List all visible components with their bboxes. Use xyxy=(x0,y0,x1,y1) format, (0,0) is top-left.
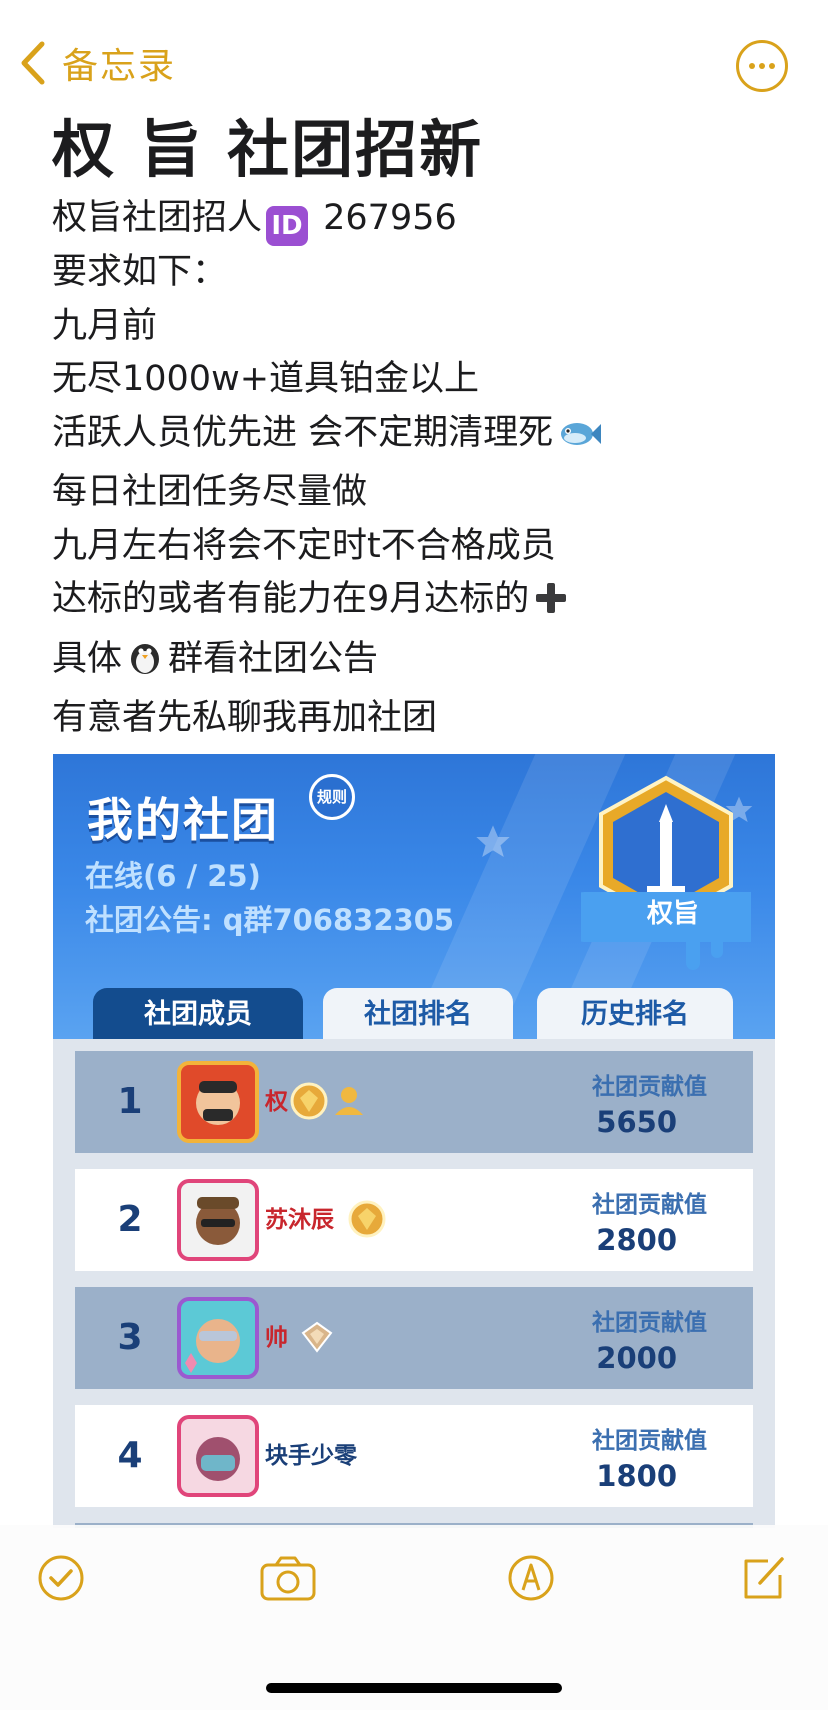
note-line: 具体 群看社团公告 xyxy=(52,633,782,693)
tab-club-ranking[interactable]: 社团排名 xyxy=(323,988,513,1039)
club-title: 我的社团 xyxy=(87,793,279,847)
friend-icon xyxy=(335,1087,363,1115)
contribution-label: 社团贡献值 xyxy=(592,1192,707,1218)
member-list[interactable]: 1 权 社团贡献值 5650 2 苏沐辰 社团贡献值 2800 3 帅 社团贡献… xyxy=(53,1039,775,1528)
note-text: 267956 xyxy=(312,198,457,238)
note-title: 权 旨 社团招新 xyxy=(52,113,484,186)
tab-members[interactable]: 社团成员 xyxy=(93,988,303,1039)
note-line: 要求如下： xyxy=(52,252,228,292)
member-rank: 2 xyxy=(117,1199,143,1240)
member-name: 帅 xyxy=(265,1325,288,1351)
club-name: 权旨 xyxy=(646,899,699,929)
contribution-value: 5650 xyxy=(596,1105,677,1139)
contribution-label: 社团贡献值 xyxy=(592,1074,707,1100)
ellipsis-dot xyxy=(759,63,765,69)
note-line: 九月左右将会不定时t不合格成员 xyxy=(52,525,556,566)
more-options-button[interactable] xyxy=(736,40,788,92)
home-indicator[interactable] xyxy=(266,1683,562,1693)
note-body[interactable]: 权旨社团招人 ID 267956 要求如下： 九月前 无尽1000w+道具铂金以上… xyxy=(52,192,782,746)
checklist-icon[interactable] xyxy=(36,1553,86,1603)
note-text: 达标的或者有能力在9月达标的 xyxy=(52,579,530,619)
penguin-icon xyxy=(126,638,164,693)
online-count: 在线(6 / 25) xyxy=(85,859,261,893)
avatar xyxy=(177,1179,259,1261)
note-line: 达标的或者有能力在9月达标的 xyxy=(52,573,782,633)
club-header: 我的社团 规则 在线(6 / 25) 社团公告: q群706832305 权旨 … xyxy=(53,754,775,1039)
note-text: 具体 xyxy=(52,638,123,679)
note-text: 活跃人员优先进 会不定期清理死 xyxy=(52,412,554,453)
avatar xyxy=(177,1297,259,1379)
back-button[interactable]: 备忘录 xyxy=(16,36,176,90)
member-row[interactable]: 1 权 社团贡献值 5650 xyxy=(75,1051,753,1153)
contribution-value: 2000 xyxy=(596,1341,677,1375)
id-emoji-icon: ID xyxy=(266,206,309,246)
note-line: 活跃人员优先进 会不定期清理死 xyxy=(52,407,782,467)
ellipsis-circle-icon xyxy=(749,63,755,69)
ellipsis-dot xyxy=(769,63,775,69)
note-line: 每日社团任务尽量做 xyxy=(52,472,368,512)
back-label: 备忘录 xyxy=(62,46,177,87)
member-row[interactable]: 2 苏沐辰 社团贡献值 2800 xyxy=(75,1169,753,1271)
contribution-label: 社团贡献值 xyxy=(592,1428,707,1454)
note-line: 九月前 xyxy=(52,305,158,346)
club-tabbar: 社团成员 社团排名 历史排名 xyxy=(53,976,775,1039)
club-screenshot[interactable]: 我的社团 规则 在线(6 / 25) 社团公告: q群706832305 权旨 … xyxy=(53,754,775,1528)
plus-icon xyxy=(533,579,569,633)
note-line: 无尽1000w+道具铂金以上 xyxy=(52,359,480,399)
contribution-label: 社团贡献值 xyxy=(592,1310,707,1336)
platinum-badge-icon xyxy=(301,1321,333,1353)
member-rank: 4 xyxy=(117,1435,143,1476)
note-line: 有意者先私聊我再加社团 xyxy=(52,698,438,738)
contribution-value: 2800 xyxy=(596,1223,677,1257)
contribution-value: 1800 xyxy=(596,1459,677,1493)
fish-icon xyxy=(557,413,602,467)
avatar xyxy=(177,1415,259,1497)
rules-button[interactable]: 规则 xyxy=(309,774,355,820)
member-row[interactable]: 4 块手少零 社团贡献值 1800 xyxy=(75,1405,753,1507)
member-name: 苏沐辰 xyxy=(265,1207,334,1233)
tab-history-ranking[interactable]: 历史排名 xyxy=(537,988,733,1039)
camera-icon[interactable] xyxy=(258,1553,318,1603)
club-emblem-icon xyxy=(581,775,751,970)
star-decoration-icon xyxy=(476,825,510,857)
chevron-left-icon xyxy=(21,41,45,85)
compose-icon[interactable] xyxy=(738,1553,788,1603)
diamond-badge-icon xyxy=(348,1200,386,1238)
member-row[interactable]: 3 帅 社团贡献值 2000 xyxy=(75,1287,753,1389)
note-text: 群看社团公告 xyxy=(168,638,379,679)
club-notice: 社团公告: q群706832305 xyxy=(85,903,455,937)
diamond-badge-icon xyxy=(290,1082,328,1120)
member-rank: 3 xyxy=(117,1317,143,1358)
note-line: 权旨社团招人 ID 267956 xyxy=(52,192,782,246)
member-name: 权 xyxy=(265,1089,288,1115)
markup-icon[interactable] xyxy=(506,1553,556,1603)
member-name: 块手少零 xyxy=(265,1443,357,1469)
note-text: 权旨社团招人 xyxy=(52,198,263,238)
member-rank: 1 xyxy=(117,1081,143,1122)
avatar xyxy=(177,1061,259,1143)
